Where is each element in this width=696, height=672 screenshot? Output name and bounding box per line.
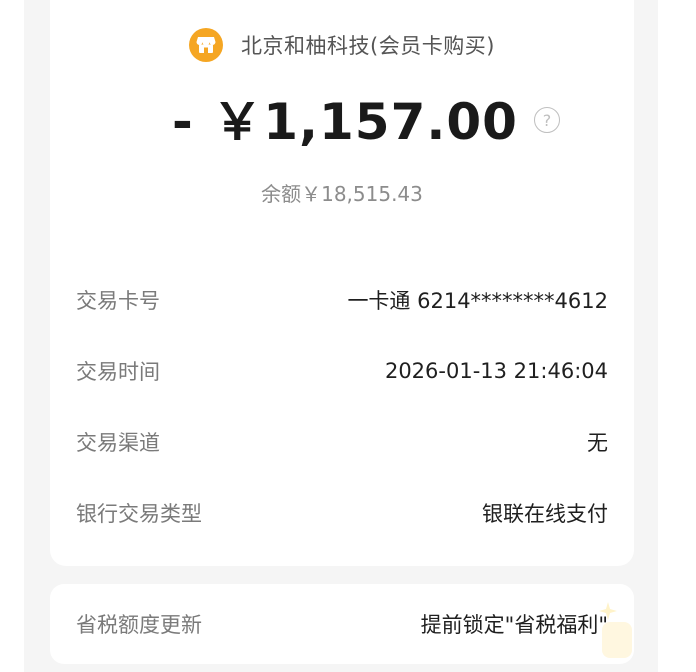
detail-value: 银联在线支付 (482, 502, 608, 526)
tax-value-link[interactable]: 提前锁定"省税福利" (421, 609, 608, 639)
tax-quota-card[interactable]: 省税额度更新 提前锁定"省税福利" (50, 584, 634, 664)
detail-label: 银行交易类型 (76, 502, 202, 526)
detail-value: 无 (587, 431, 608, 455)
detail-row-channel: 交易渠道 无 (76, 422, 608, 462)
detail-row-bank-type: 银行交易类型 银联在线支付 (76, 493, 608, 533)
tax-label: 省税额度更新 (76, 613, 202, 637)
account-balance: 余额￥18,515.43 (261, 182, 423, 206)
merchant-header: 北京和柚科技(会员卡购买) (50, 28, 634, 62)
detail-row-time: 交易时间 2026-01-13 21:46:04 (76, 351, 608, 391)
transaction-card: 北京和柚科技(会员卡购买) - ￥1,157.00 ? 余额￥18,515.43… (50, 0, 634, 566)
detail-value: 2026-01-13 21:46:04 (384, 359, 608, 383)
detail-label: 交易卡号 (76, 289, 160, 313)
transaction-amount: - ￥1,157.00 (172, 93, 518, 151)
amount-section: - ￥1,157.00 ? (50, 82, 634, 154)
tax-row[interactable]: 省税额度更新 提前锁定"省税福利" (76, 604, 608, 644)
merchant-name: 北京和柚科技(会员卡购买) (241, 34, 495, 58)
right-gutter (658, 0, 696, 672)
left-gutter (0, 0, 24, 672)
detail-label: 交易时间 (76, 360, 160, 384)
question-circle-icon[interactable]: ? (533, 107, 560, 133)
store-icon (189, 28, 224, 62)
detail-value: 一卡通 6214********4612 (347, 289, 608, 313)
detail-row-card-number: 交易卡号 一卡通 6214********4612 (76, 280, 608, 320)
detail-label: 交易渠道 (76, 431, 160, 455)
